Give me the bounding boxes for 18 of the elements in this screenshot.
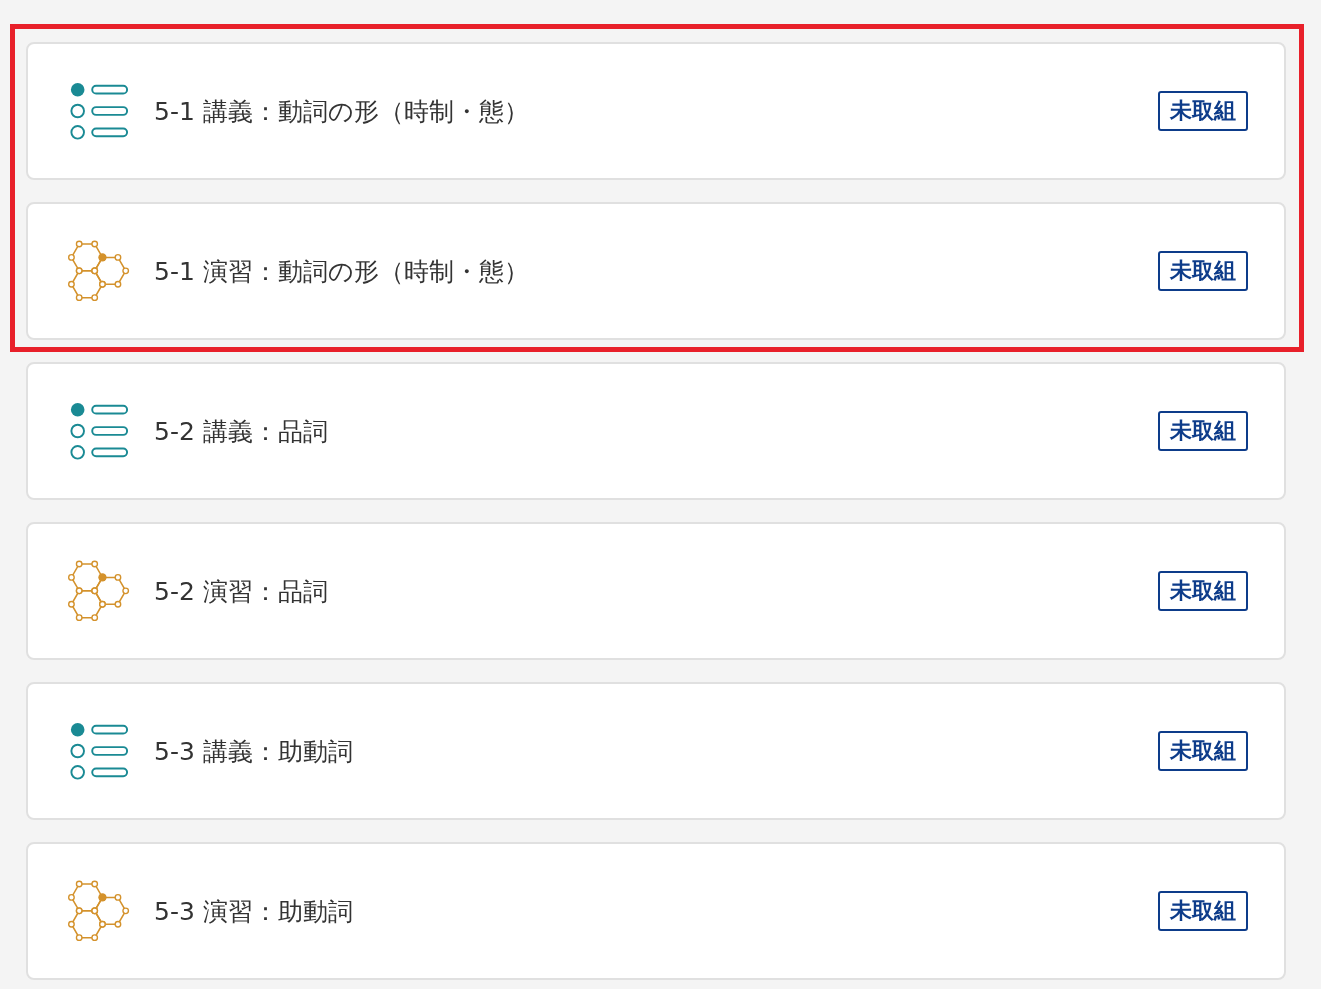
lesson-title: 5-3 講義：助動詞 [154, 735, 354, 768]
lesson-card[interactable]: 5-2 講義：品詞 未取組 [26, 362, 1286, 500]
status-badge: 未取組 [1158, 571, 1248, 611]
status-badge: 未取組 [1158, 411, 1248, 451]
lesson-card[interactable]: 5-1 演習：動詞の形（時制・態） 未取組 [26, 202, 1286, 340]
lesson-title: 5-1 演習：動詞の形（時制・態） [154, 255, 530, 288]
status-badge: 未取組 [1158, 251, 1248, 291]
lesson-card[interactable]: 5-2 演習：品詞 未取組 [26, 522, 1286, 660]
lesson-card[interactable]: 5-3 講義：助動詞 未取組 [26, 682, 1286, 820]
status-badge: 未取組 [1158, 91, 1248, 131]
status-badge: 未取組 [1158, 731, 1248, 771]
lesson-card[interactable]: 5-3 演習：助動詞 未取組 [26, 842, 1286, 980]
lesson-card[interactable]: 5-1 講義：動詞の形（時制・態） 未取組 [26, 42, 1286, 180]
status-badge: 未取組 [1158, 891, 1248, 931]
lesson-title: 5-3 演習：助動詞 [154, 895, 354, 928]
lesson-title: 5-1 講義：動詞の形（時制・態） [154, 95, 530, 128]
lesson-title: 5-2 講義：品詞 [154, 415, 329, 448]
lesson-title: 5-2 演習：品詞 [154, 575, 329, 608]
